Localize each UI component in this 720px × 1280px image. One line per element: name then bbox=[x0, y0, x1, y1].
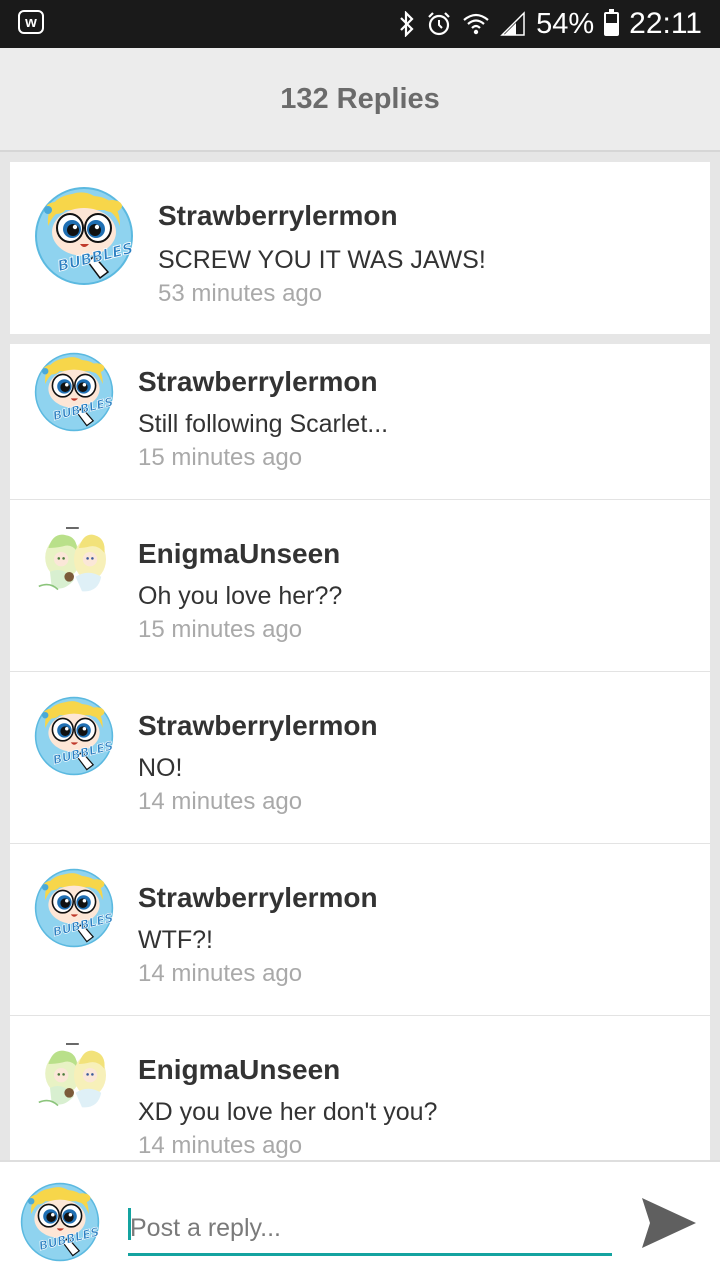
reply-input[interactable] bbox=[128, 1204, 612, 1256]
reply-text: Still following Scarlet... bbox=[138, 410, 389, 438]
text-cursor bbox=[128, 1208, 131, 1240]
reply-username[interactable]: EnigmaUnseen bbox=[138, 1054, 340, 1086]
page-title: 132 Replies bbox=[280, 82, 440, 115]
list-item[interactable]: EnigmaUnseen XD you love her don't you? … bbox=[10, 1016, 710, 1160]
reply-composer: BUBBLES bbox=[0, 1160, 720, 1280]
bluetooth-icon bbox=[398, 11, 416, 37]
send-button[interactable] bbox=[638, 1194, 700, 1252]
comment-username[interactable]: Strawberrylermon bbox=[158, 200, 398, 232]
reply-text: XD you love her don't you? bbox=[138, 1098, 438, 1126]
main-comment[interactable]: BUBBLES Strawberrylermon SCREW YOU IT WA… bbox=[10, 162, 710, 334]
reply-timestamp: 14 minutes ago bbox=[138, 788, 303, 815]
avatar[interactable]: BUBBLES bbox=[34, 868, 114, 948]
reply-timestamp: 14 minutes ago bbox=[138, 960, 303, 987]
list-item[interactable]: BUBBLES Strawberrylermon WTF?! 14 minute… bbox=[10, 844, 710, 1016]
battery-percent: 54% bbox=[536, 7, 595, 40]
send-icon bbox=[642, 1198, 696, 1248]
avatar[interactable]: BUBBLES bbox=[20, 1182, 100, 1262]
avatar[interactable]: BUBBLES bbox=[34, 696, 114, 776]
clock: 22:11 bbox=[629, 7, 702, 40]
comment-timestamp: 53 minutes ago bbox=[158, 280, 323, 307]
header: 132 Replies bbox=[0, 48, 720, 152]
reply-timestamp: 15 minutes ago bbox=[138, 616, 303, 643]
avatar[interactable]: BUBBLES bbox=[34, 352, 114, 432]
avatar[interactable]: BUBBLES bbox=[34, 186, 134, 286]
w-badge-icon: w bbox=[18, 10, 44, 34]
reply-username[interactable]: Strawberrylermon bbox=[138, 710, 378, 742]
battery-icon bbox=[604, 9, 620, 36]
reply-list[interactable]: BUBBLES Strawberrylermon Still following… bbox=[10, 344, 710, 1160]
reply-timestamp: 15 minutes ago bbox=[138, 444, 303, 471]
avatar[interactable] bbox=[34, 1040, 114, 1120]
reply-username[interactable]: Strawberrylermon bbox=[138, 366, 378, 398]
reply-username[interactable]: Strawberrylermon bbox=[138, 882, 378, 914]
reply-timestamp: 14 minutes ago bbox=[138, 1132, 303, 1159]
signal-icon bbox=[500, 11, 526, 37]
reply-text: NO! bbox=[138, 754, 183, 782]
list-item[interactable]: BUBBLES Strawberrylermon Still following… bbox=[10, 344, 710, 500]
reply-text: Oh you love her?? bbox=[138, 582, 343, 610]
status-bar: w 54% 22:11 bbox=[0, 0, 720, 48]
wifi-icon bbox=[462, 11, 490, 37]
comment-text: SCREW YOU IT WAS JAWS! bbox=[158, 246, 486, 274]
reply-text: WTF?! bbox=[138, 926, 213, 954]
avatar[interactable] bbox=[34, 524, 114, 604]
reply-username[interactable]: EnigmaUnseen bbox=[138, 538, 340, 570]
list-item[interactable]: EnigmaUnseen Oh you love her?? 15 minute… bbox=[10, 500, 710, 672]
list-item[interactable]: BUBBLES Strawberrylermon NO! 14 minutes … bbox=[10, 672, 710, 844]
alarm-icon bbox=[426, 11, 452, 37]
